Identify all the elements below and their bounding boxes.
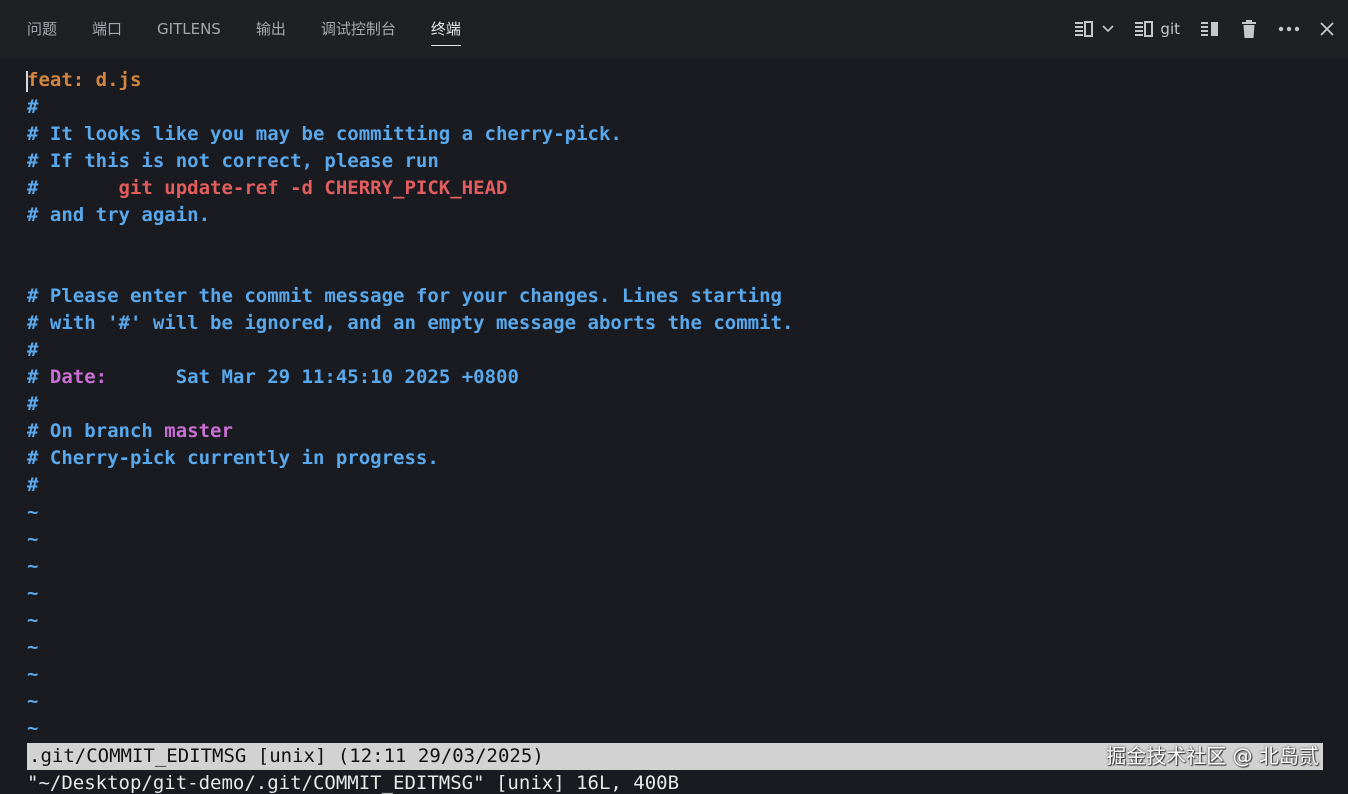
empty-buffer-line: ~ bbox=[27, 499, 1327, 526]
tab-debug-console[interactable]: 调试控制台 bbox=[321, 0, 396, 58]
vim-status-line: .git/COMMIT_EDITMSG [unix] (12:11 29/03/… bbox=[27, 743, 1323, 770]
line-segment: # bbox=[27, 366, 50, 388]
editor-line: # bbox=[27, 391, 1327, 418]
close-panel-button[interactable] bbox=[1320, 22, 1334, 36]
line-segment: Date: bbox=[49, 366, 108, 388]
terminal-icon bbox=[1134, 20, 1154, 38]
line-segment: ~ bbox=[27, 663, 39, 685]
editor-line: # It looks like you may be committing a … bbox=[27, 121, 1327, 148]
line-segment: feat: d.js bbox=[27, 69, 142, 91]
editor-line: # and try again. bbox=[27, 202, 1327, 229]
line-segment: # It looks like you may be committing a … bbox=[27, 123, 622, 145]
editor-line: # git update-ref -d CHERRY_PICK_HEAD bbox=[27, 175, 1327, 202]
split-terminal-icon bbox=[1074, 20, 1094, 38]
line-segment: Sat Mar 29 11:45:10 2025 +0800 bbox=[107, 366, 519, 388]
line-segment: # and try again. bbox=[27, 204, 211, 226]
tab-output[interactable]: 输出 bbox=[256, 0, 286, 58]
editor-line: # with '#' will be ignored, and an empty… bbox=[27, 310, 1327, 337]
empty-buffer-line: ~ bbox=[27, 553, 1327, 580]
terminal-instance-button[interactable]: git bbox=[1134, 20, 1180, 38]
vim-command-line[interactable]: "~/Desktop/git-demo/.git/COMMIT_EDITMSG"… bbox=[27, 770, 1327, 794]
tab-terminal[interactable]: 终端 bbox=[430, 0, 461, 58]
line-segment: # bbox=[27, 393, 39, 415]
line-segment: # bbox=[27, 339, 39, 361]
trash-icon bbox=[1240, 19, 1258, 39]
line-segment: # bbox=[27, 96, 39, 118]
terminal-panel: 问题 端口 GITLENS 输出 调试控制台 终端 git feat: d.js… bbox=[0, 0, 1348, 794]
more-icon bbox=[1278, 26, 1300, 32]
editor-line: # On branch master bbox=[27, 418, 1327, 445]
empty-buffer-line: ~ bbox=[27, 580, 1327, 607]
editor-line: feat: d.js bbox=[26, 67, 1327, 94]
editor-line: # bbox=[27, 472, 1327, 499]
more-actions-button[interactable] bbox=[1278, 26, 1300, 32]
line-segment: # On branch bbox=[27, 420, 165, 442]
line-segment: # bbox=[27, 474, 39, 496]
panel-tab-bar: 问题 端口 GITLENS 输出 调试控制台 终端 git bbox=[0, 0, 1348, 58]
line-segment: ~ bbox=[27, 501, 39, 523]
terminal-name-label: git bbox=[1160, 20, 1180, 38]
empty-buffer-line: ~ bbox=[27, 634, 1327, 661]
new-terminal-split-button[interactable] bbox=[1074, 20, 1114, 38]
line-segment: master bbox=[164, 420, 233, 442]
split-editor-button[interactable] bbox=[1200, 20, 1220, 38]
line-segment: # Please enter the commit message for yo… bbox=[27, 285, 782, 307]
empty-buffer-line: ~ bbox=[27, 607, 1327, 634]
vim-editor-buffer[interactable]: feat: d.js # # It looks like you may be co… bbox=[26, 67, 1327, 742]
editor-line: # Cherry-pick currently in progress. bbox=[27, 445, 1327, 472]
line-segment: ~ bbox=[27, 555, 39, 577]
close-icon bbox=[1320, 22, 1334, 36]
tab-problems[interactable]: 问题 bbox=[27, 0, 57, 58]
line-segment: ~ bbox=[27, 690, 39, 712]
status-file-info: .git/COMMIT_EDITMSG [unix] (12:11 29/03/… bbox=[29, 745, 544, 767]
line-segment: ~ bbox=[27, 636, 39, 658]
line-segment: git update-ref -d CHERRY_PICK_HEAD bbox=[118, 177, 508, 199]
chevron-down-icon[interactable] bbox=[1102, 25, 1114, 33]
editor-line: # Please enter the commit message for yo… bbox=[27, 283, 1327, 310]
editor-line: # bbox=[27, 337, 1327, 364]
line-segment: # If this is not correct, please run bbox=[27, 150, 439, 172]
panel-tabs: 问题 端口 GITLENS 输出 调试控制台 终端 bbox=[27, 0, 496, 58]
line-segment: # with '#' will be ignored, and an empty… bbox=[27, 312, 794, 334]
line-segment: ~ bbox=[27, 717, 39, 739]
panel-actions: git bbox=[1054, 0, 1334, 58]
split-editor-icon bbox=[1200, 20, 1220, 38]
watermark: 掘金技术社区 @ 北岛贰 bbox=[1106, 744, 1319, 768]
editor-line: # If this is not correct, please run bbox=[27, 148, 1327, 175]
line-segment: # Cherry-pick currently in progress. bbox=[27, 447, 439, 469]
empty-buffer-line: ~ bbox=[27, 715, 1327, 742]
editor-line: # bbox=[27, 94, 1327, 121]
line-segment: ~ bbox=[27, 609, 39, 631]
line-segment: ~ bbox=[27, 528, 39, 550]
line-segment: ~ bbox=[27, 582, 39, 604]
empty-buffer-line: ~ bbox=[27, 661, 1327, 688]
empty-buffer-line: ~ bbox=[27, 688, 1327, 715]
line-segment: # bbox=[27, 177, 119, 199]
tab-ports[interactable]: 端口 bbox=[92, 0, 122, 58]
editor-line: # Date: Sat Mar 29 11:45:10 2025 +0800 bbox=[27, 364, 1327, 391]
empty-buffer-line: ~ bbox=[27, 526, 1327, 553]
tab-gitlens[interactable]: GITLENS bbox=[157, 0, 221, 58]
text-cursor bbox=[26, 71, 28, 92]
kill-terminal-button[interactable] bbox=[1240, 19, 1258, 39]
